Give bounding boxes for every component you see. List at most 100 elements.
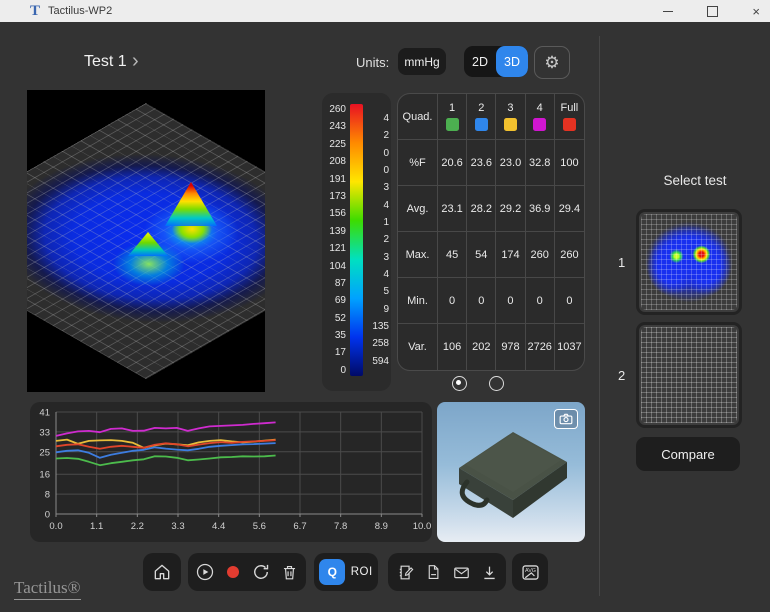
pressure-3d-view[interactable] xyxy=(27,90,265,392)
close-button[interactable]: × xyxy=(752,5,760,18)
test-2-label: 2 xyxy=(618,368,625,383)
trend-line-quad-1 xyxy=(56,456,276,466)
document-export-button[interactable] xyxy=(422,561,444,583)
product-photo xyxy=(437,402,585,542)
svg-text:8.9: 8.9 xyxy=(375,521,388,532)
quadrant-color-swatch xyxy=(475,118,488,131)
table-cell: 202 xyxy=(467,324,496,370)
test-name-label[interactable]: Test 1 xyxy=(84,53,127,71)
svg-text:0: 0 xyxy=(45,510,50,521)
colorbar-count: 135 xyxy=(367,321,389,332)
table-cell: 23.6 xyxy=(467,140,496,186)
compare-button[interactable]: Compare xyxy=(636,437,740,471)
table-cell: 23.1 xyxy=(438,186,467,232)
table-cell: 0 xyxy=(438,278,467,324)
home-button[interactable] xyxy=(151,561,173,583)
mail-icon xyxy=(452,563,471,582)
units-value-button[interactable]: mmHg xyxy=(398,48,446,75)
svg-text:16: 16 xyxy=(39,470,50,481)
notebook-edit-icon xyxy=(396,563,415,582)
test-1-thumbnail[interactable] xyxy=(636,209,742,315)
colorbar-label: 121 xyxy=(324,243,346,254)
play-circle-icon xyxy=(195,562,215,582)
toggle-2d[interactable]: 2D xyxy=(464,46,496,77)
table-cell: 32.8 xyxy=(526,140,555,186)
svg-text:0.0: 0.0 xyxy=(49,521,62,532)
maximize-button[interactable] xyxy=(707,6,718,17)
minimize-button[interactable] xyxy=(663,11,673,12)
toolbar-record-group xyxy=(188,553,306,591)
svg-text:1.1: 1.1 xyxy=(90,521,103,532)
toggle-3d[interactable]: 3D xyxy=(496,46,528,77)
camera-icon xyxy=(559,413,573,425)
app-logo-icon: T xyxy=(30,4,40,19)
colorbar-label: 225 xyxy=(324,139,346,150)
app-window: T Tactilus-WP2 × Test 1 › Units: mmHg 2D… xyxy=(0,0,770,612)
colorbar-count: 258 xyxy=(367,338,389,349)
toolbar-home-group xyxy=(143,553,181,591)
download-icon xyxy=(480,563,499,582)
sidebar-divider xyxy=(599,36,600,596)
select-test-title: Select test xyxy=(640,173,750,188)
table-cell: 1037 xyxy=(555,324,584,370)
colorbar-count: 3 xyxy=(367,252,389,263)
colorbar-count: 594 xyxy=(367,356,389,367)
table-cell: 36.9 xyxy=(526,186,555,232)
table-cell: 23.0 xyxy=(496,140,525,186)
colorbar-count: 4 xyxy=(367,200,389,211)
colorbar-count: 4 xyxy=(367,113,389,124)
camera-button[interactable] xyxy=(554,409,578,429)
play-button[interactable] xyxy=(194,561,216,583)
table-cell: 978 xyxy=(496,324,525,370)
svg-text:3.3: 3.3 xyxy=(171,521,184,532)
table-cell: 29.4 xyxy=(555,186,584,232)
average-image-button[interactable]: AVG xyxy=(519,561,541,583)
table-col-header: 4 xyxy=(526,94,555,140)
page-radio-2[interactable] xyxy=(489,376,504,391)
table-cell: 0 xyxy=(555,278,584,324)
refresh-button[interactable] xyxy=(250,561,272,583)
trend-line-quad-4 xyxy=(56,422,276,436)
table-cell: 0 xyxy=(526,278,555,324)
trend-chart-svg: 41332516800.01.12.23.34.45.66.77.88.910.… xyxy=(30,402,432,542)
brand-logo: Tactilus® xyxy=(14,578,81,600)
table-cell: 28.2 xyxy=(467,186,496,232)
table-col-header: 3 xyxy=(496,94,525,140)
settings-button[interactable]: ⚙ xyxy=(534,46,570,79)
colorbar-label: 87 xyxy=(324,278,346,289)
chevron-right-icon[interactable]: › xyxy=(132,50,139,73)
quadrant-mode-button[interactable]: Q xyxy=(319,559,345,585)
quadrant-color-swatch xyxy=(533,118,546,131)
colorbar-label: 17 xyxy=(324,347,346,358)
colorbar-count: 5 xyxy=(367,286,389,297)
test-2-thumbnail[interactable] xyxy=(636,322,742,428)
quadrant-color-swatch xyxy=(504,118,517,131)
email-button[interactable] xyxy=(450,561,472,583)
colorbar-count-labels: 420034123459135258594 xyxy=(367,113,389,367)
toolbar-export-group xyxy=(388,553,506,591)
test-1-label: 1 xyxy=(618,255,625,270)
colorbar-count: 2 xyxy=(367,130,389,141)
colorbar-count: 2 xyxy=(367,234,389,245)
download-button[interactable] xyxy=(478,561,500,583)
test-1-pressure-map xyxy=(641,214,737,310)
table-cell: 2726 xyxy=(526,324,555,370)
table-cell: 20.6 xyxy=(438,140,467,186)
colorbar-count: 4 xyxy=(367,269,389,280)
test-2-empty-grid xyxy=(641,327,737,423)
colorbar-scale-labels: 2602432252081911731561391211048769523517… xyxy=(324,104,346,376)
table-cell: 106 xyxy=(438,324,467,370)
svg-text:4.4: 4.4 xyxy=(212,521,225,532)
report-button[interactable] xyxy=(394,561,416,583)
delete-button[interactable] xyxy=(278,561,300,583)
svg-text:7.8: 7.8 xyxy=(334,521,347,532)
colorbar-label: 208 xyxy=(324,156,346,167)
colorbar-gradient xyxy=(350,104,363,376)
svg-text:6.7: 6.7 xyxy=(293,521,306,532)
page-radio-1[interactable] xyxy=(452,376,467,391)
record-button[interactable] xyxy=(222,561,244,583)
stats-page-indicator xyxy=(452,376,504,391)
svg-text:41: 41 xyxy=(39,408,50,419)
colorbar-count: 0 xyxy=(367,148,389,159)
roi-button[interactable]: ROI xyxy=(351,566,373,578)
